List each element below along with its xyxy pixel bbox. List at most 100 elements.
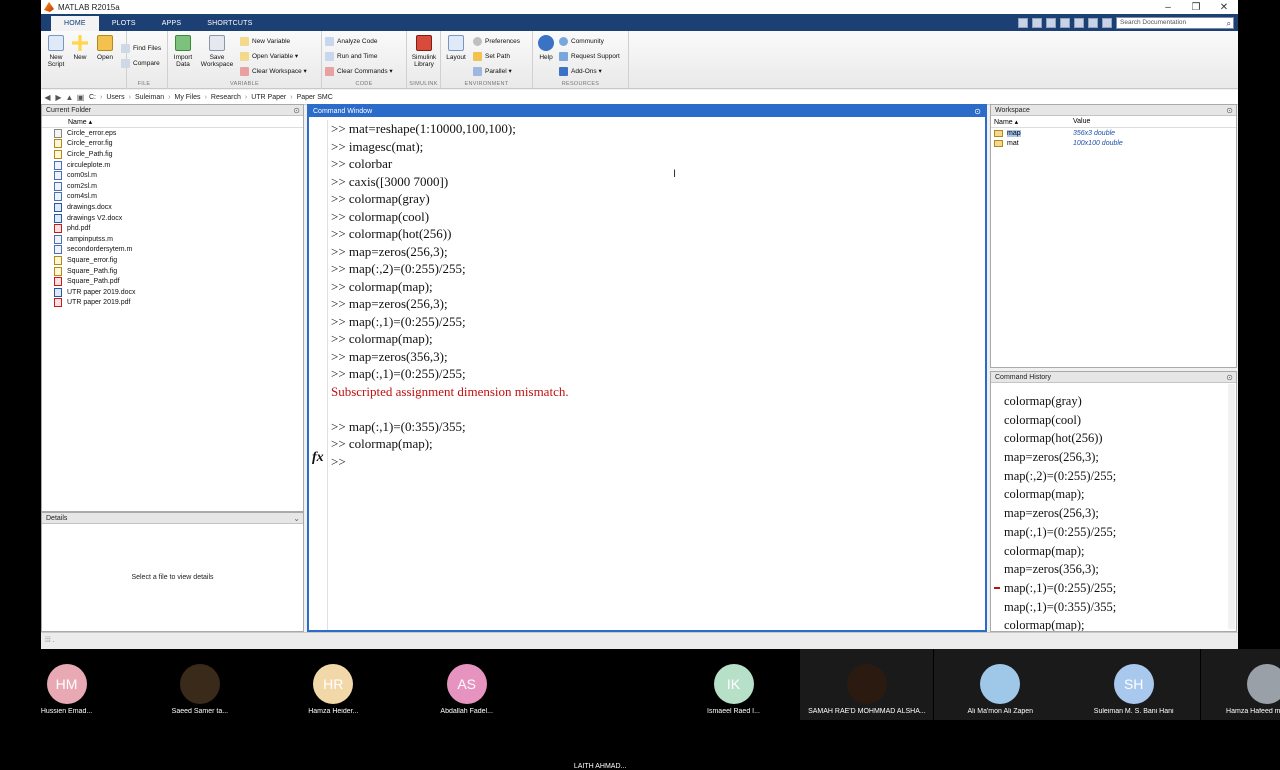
history-item[interactable]: map=zeros(256,3); [991, 504, 1228, 523]
copy-icon[interactable] [1046, 17, 1056, 28]
history-scrollbar[interactable] [1228, 384, 1235, 629]
run-and-time-button[interactable]: Run and Time [325, 50, 377, 62]
help-icon[interactable] [1102, 17, 1112, 28]
history-item[interactable]: colormap(map); [991, 485, 1228, 504]
file-item[interactable]: com4sl.m [54, 192, 303, 203]
compare-button[interactable]: Compare [121, 57, 160, 69]
participant-tile[interactable]: Hamza Hafeed m.j Anzawi [1200, 649, 1280, 720]
file-item[interactable]: Square_Path.fig [54, 266, 303, 277]
history-item[interactable]: colormap(gray) [991, 392, 1228, 411]
search-icon[interactable]: ⌕ [1227, 19, 1231, 29]
add-ons-button[interactable]: Add-Ons ▾ [559, 65, 602, 77]
workspace-variable-row[interactable]: map 356x3 double [991, 128, 1236, 139]
find-files-button[interactable]: Find Files [121, 42, 161, 54]
parallel-button[interactable]: Parallel ▾ [473, 65, 512, 77]
participant-tile[interactable]: SH Suleiman M. S. Bani Hani [1067, 649, 1201, 720]
panel-options-icon[interactable]: ⊙ [1226, 372, 1233, 383]
new-variable-button[interactable]: New Variable [240, 35, 290, 47]
history-item[interactable]: map(:,1)=(0:255)/255; [991, 523, 1228, 542]
history-item[interactable]: map=zeros(256,3); [991, 448, 1228, 467]
file-item[interactable]: phd.pdf [54, 223, 303, 234]
panel-options-icon[interactable]: ⊙ [974, 106, 981, 117]
history-item[interactable]: map(:,1)=(0:355)/355; [991, 598, 1228, 617]
quick-save-icon[interactable] [1018, 17, 1028, 28]
forward-arrow-icon[interactable]: ▶ [54, 93, 63, 102]
clear-workspace-button[interactable]: Clear Workspace ▾ [240, 65, 307, 77]
participant-tile[interactable]: IK Ismaeel Raed I... [667, 649, 800, 720]
redo-icon[interactable] [1088, 17, 1098, 28]
file-item[interactable]: Circle_Path.fig [54, 149, 303, 160]
participant-tile[interactable]: Saeed Samer ta... [133, 649, 266, 720]
participant-tile[interactable]: AS Abdallah Fadel... [400, 649, 533, 720]
workspace-name-column[interactable]: Name ▴ [991, 118, 1073, 126]
file-item[interactable]: drawings V2.docx [54, 213, 303, 224]
file-item[interactable]: com2sl.m [54, 181, 303, 192]
file-item[interactable]: Square_error.fig [54, 255, 303, 266]
breadcrumb-item[interactable]: Research [211, 94, 241, 101]
request-support-button[interactable]: Request Support [559, 50, 620, 62]
file-item[interactable]: circuleplote.m [54, 160, 303, 171]
breadcrumb-item[interactable]: UTR Paper [251, 94, 286, 101]
file-item[interactable]: UTR paper 2019.docx [54, 287, 303, 298]
file-item[interactable]: Circle_error.fig [54, 139, 303, 150]
file-item[interactable]: secondordersytem.m [54, 245, 303, 256]
participant-tile[interactable]: SAMAH RAE'D MOHMMAD ALSHA... [800, 649, 934, 720]
history-item[interactable]: colormap(hot(256)) [991, 429, 1228, 448]
history-item[interactable]: colormap(cool) [991, 411, 1228, 430]
new-button[interactable]: New [67, 35, 93, 61]
close-button[interactable]: ✕ [1210, 2, 1238, 13]
history-item[interactable]: map=zeros(356,3); [991, 560, 1228, 579]
participant-tile[interactable]: LAITH AHMAD... [534, 649, 667, 770]
layout-button[interactable]: Layout [443, 35, 469, 61]
new-script-button[interactable]: New Script [43, 35, 69, 68]
tab-plots[interactable]: PLOTS [99, 16, 149, 31]
search-documentation-input[interactable]: Search Documentation ⌕ [1116, 16, 1234, 29]
file-item[interactable]: Square_Path.pdf [54, 276, 303, 287]
file-item[interactable]: com0sl.m [54, 170, 303, 181]
cut-icon[interactable] [1032, 17, 1042, 28]
panel-options-icon[interactable]: ⊙ [1226, 105, 1233, 116]
breadcrumb-drive[interactable]: C: [89, 94, 96, 101]
preferences-button[interactable]: Preferences [473, 35, 520, 47]
file-item[interactable]: Circle_error.eps [54, 128, 303, 139]
browse-folder-icon[interactable]: ▣ [76, 93, 85, 102]
analyze-code-button[interactable]: Analyze Code [325, 35, 377, 47]
history-item[interactable]: map(:,2)=(0:255)/255; [991, 467, 1228, 486]
command-output[interactable]: >> mat=reshape(1:10000,100,100); >> image… [327, 120, 985, 630]
participant-tile[interactable]: HR Hamza Heider... [267, 649, 400, 720]
minimize-button[interactable]: – [1154, 2, 1182, 13]
community-button[interactable]: Community [559, 35, 604, 47]
participant-tile[interactable]: HM Hussien Emad... [0, 649, 133, 720]
name-column-header[interactable]: Name ▴ [42, 116, 303, 128]
back-arrow-icon[interactable]: ◀ [43, 93, 52, 102]
history-item[interactable]: map(:,1)=(0:255)/255; [991, 579, 1228, 598]
help-button[interactable]: Help [533, 35, 559, 61]
open-variable-button[interactable]: Open Variable ▾ [240, 50, 298, 62]
chevron-down-icon[interactable]: ⌄ [293, 513, 300, 524]
import-data-button[interactable]: Import Data [170, 35, 196, 68]
up-folder-icon[interactable]: ▲ [65, 93, 74, 102]
file-item[interactable]: UTR paper 2019.pdf [54, 298, 303, 309]
panel-options-icon[interactable]: ⊙ [293, 105, 300, 116]
undo-icon[interactable] [1074, 17, 1084, 28]
tab-home[interactable]: HOME [51, 16, 99, 31]
participant-tile[interactable]: Ali Ma'mon Ali Zapen [933, 649, 1067, 720]
history-item[interactable]: colormap(map); [991, 616, 1228, 631]
workspace-variable-row[interactable]: mat 100x100 double [991, 139, 1236, 150]
paste-icon[interactable] [1060, 17, 1070, 28]
breadcrumb-item[interactable]: Paper SMC [297, 94, 333, 101]
restore-button[interactable]: ❐ [1182, 2, 1210, 13]
command-window[interactable]: Command Window ⊙ fx >> mat=reshape(1:1000… [307, 104, 987, 632]
file-item[interactable]: drawings.docx [54, 202, 303, 213]
breadcrumb-item[interactable]: Suleiman [135, 94, 164, 101]
save-workspace-button[interactable]: Save Workspace [200, 35, 234, 68]
open-button[interactable]: Open [92, 35, 118, 61]
breadcrumb-item[interactable]: Users [106, 94, 124, 101]
address-bar[interactable]: ◀ ▶ ▲ ▣ C: › Users › Suleiman › My Files… [41, 90, 1238, 105]
tab-shortcuts[interactable]: SHORTCUTS [194, 16, 265, 31]
simulink-library-button[interactable]: Simulink Library [410, 35, 438, 68]
workspace-value-column[interactable]: Value [1073, 118, 1090, 125]
breadcrumb-item[interactable]: My Files [175, 94, 201, 101]
function-browser-fx-icon[interactable]: fx [312, 450, 324, 466]
file-item[interactable]: rampinputss.m [54, 234, 303, 245]
